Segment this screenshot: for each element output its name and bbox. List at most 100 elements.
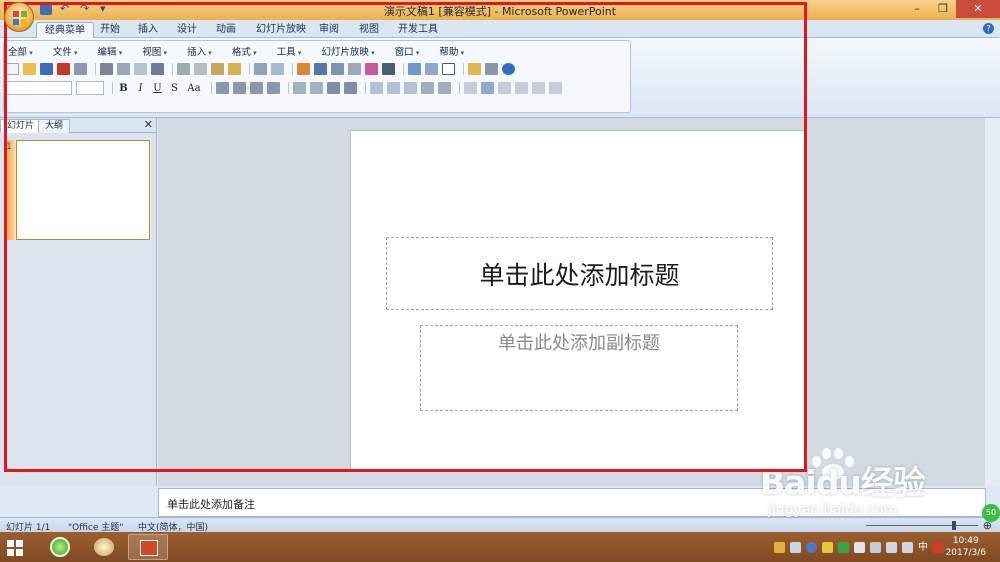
tab-animation[interactable]: 动画 <box>208 22 244 38</box>
redo-icon[interactable] <box>271 63 284 75</box>
office-button[interactable] <box>4 2 34 32</box>
insert-table-icon[interactable] <box>314 63 327 75</box>
new-icon[interactable] <box>6 63 19 75</box>
tab-slideshow[interactable]: 幻灯片放映 <box>248 22 314 38</box>
menu-file[interactable]: 文件 <box>53 44 78 58</box>
browser-icon[interactable] <box>40 534 80 560</box>
power-icon[interactable] <box>870 542 881 553</box>
cut-icon[interactable] <box>177 63 190 75</box>
vertical-scrollbar[interactable] <box>985 118 1000 486</box>
italic-button[interactable]: I <box>134 83 147 94</box>
email-icon[interactable] <box>74 63 87 75</box>
qq-icon[interactable] <box>774 542 785 553</box>
change-case-button[interactable]: Aa <box>185 83 203 94</box>
decrease-indent-icon[interactable] <box>421 82 434 94</box>
tray-star-icon[interactable] <box>822 542 833 553</box>
tab-outline[interactable]: 大纲 <box>38 119 71 133</box>
menu-format[interactable]: 格式 <box>232 44 257 58</box>
slide-thumbnail[interactable] <box>16 140 150 240</box>
insert-object-icon[interactable] <box>382 63 395 75</box>
insert-picture-icon[interactable] <box>365 63 378 75</box>
columns-icon[interactable] <box>310 82 323 94</box>
print-icon[interactable] <box>100 63 113 75</box>
quick-styles-icon[interactable] <box>481 82 494 94</box>
permission-icon[interactable] <box>57 63 70 75</box>
slide-layout-icon[interactable] <box>425 63 438 75</box>
close-icon[interactable]: ✕ <box>144 118 153 131</box>
close-button[interactable]: ✕ <box>956 0 1000 18</box>
menu-slideshow[interactable]: 幻灯片放映 <box>321 44 374 58</box>
shape-outline-icon[interactable] <box>515 82 528 94</box>
tray-app-icon[interactable] <box>790 542 801 553</box>
flag-icon[interactable] <box>854 542 865 553</box>
input-language[interactable]: 中 <box>918 542 928 553</box>
underline-button[interactable]: U <box>151 83 164 94</box>
save-icon[interactable] <box>40 63 53 75</box>
grow-font-icon[interactable] <box>387 82 400 94</box>
tab-view[interactable]: 视图 <box>351 22 387 38</box>
align-right-icon[interactable] <box>250 82 263 94</box>
line-color-icon[interactable] <box>532 82 545 94</box>
tab-slides[interactable]: 幻灯片 <box>0 119 42 133</box>
menu-view[interactable]: 视图 <box>142 44 167 58</box>
powerpoint-taskbar-icon[interactable] <box>128 534 168 560</box>
tab-developer[interactable]: 开发工具 <box>390 22 446 38</box>
notification-badge[interactable]: 50 <box>982 504 1000 522</box>
undo-icon[interactable] <box>254 63 267 75</box>
open-folder-icon[interactable] <box>468 63 481 75</box>
align-left-icon[interactable] <box>216 82 229 94</box>
format-painter-icon[interactable] <box>228 63 241 75</box>
insert-hyperlink-icon[interactable] <box>348 63 361 75</box>
clock[interactable]: 10:49 2017/3/6 <box>946 535 986 559</box>
increase-indent-icon[interactable] <box>438 82 451 94</box>
title-placeholder[interactable]: 单击此处添加标题 <box>386 237 773 310</box>
windows-start-icon[interactable] <box>7 540 23 556</box>
shape-effects-icon[interactable] <box>549 82 562 94</box>
menu-insert[interactable]: 插入 <box>187 44 212 58</box>
align-center-icon[interactable] <box>233 82 246 94</box>
bullets-icon[interactable] <box>344 82 357 94</box>
menu-help[interactable]: 帮助 <box>439 44 464 58</box>
justify-icon[interactable] <box>267 82 280 94</box>
paste-icon[interactable] <box>211 63 224 75</box>
text-direction-icon[interactable] <box>293 82 306 94</box>
shape-fill-icon[interactable] <box>498 82 511 94</box>
restore-button[interactable]: ❐ <box>930 0 956 18</box>
open-icon[interactable] <box>23 63 36 75</box>
font-size-select[interactable] <box>76 81 104 95</box>
volume-icon[interactable] <box>902 542 913 553</box>
zoom-slider[interactable]: ⊕ <box>846 519 996 532</box>
spelling-icon[interactable] <box>134 63 147 75</box>
arrange-icon[interactable] <box>464 82 477 94</box>
help-icon[interactable] <box>502 63 515 75</box>
shrink-font-icon[interactable] <box>404 82 417 94</box>
subtitle-placeholder[interactable]: 单击此处添加副标题 <box>420 325 738 411</box>
tables-borders-icon[interactable] <box>331 63 344 75</box>
tab-classic-menu[interactable]: 经典菜单 <box>36 22 94 38</box>
tab-home[interactable]: 开始 <box>92 22 128 38</box>
text-box-icon[interactable] <box>442 63 455 75</box>
tray-green-icon[interactable] <box>838 542 849 553</box>
font-name-select[interactable] <box>6 81 72 95</box>
menu-edit[interactable]: 编辑 <box>98 44 123 58</box>
insert-chart-icon[interactable] <box>297 63 310 75</box>
minimize-button[interactable]: – <box>904 0 930 18</box>
menu-tools[interactable]: 工具 <box>277 44 302 58</box>
research-icon[interactable] <box>151 63 164 75</box>
tab-design[interactable]: 设计 <box>169 22 205 38</box>
network-icon[interactable] <box>886 542 897 553</box>
menu-all[interactable]: 全部 <box>8 44 33 58</box>
security-icon[interactable] <box>806 542 817 553</box>
new-slide-icon[interactable] <box>408 63 421 75</box>
bold-button[interactable]: B <box>117 83 130 94</box>
help-icon[interactable]: ? <box>983 23 994 34</box>
shadow-button[interactable]: S <box>168 83 181 94</box>
numbering-icon[interactable] <box>327 82 340 94</box>
paint-icon[interactable] <box>84 534 124 560</box>
zoom-icon[interactable] <box>485 63 498 75</box>
menu-window[interactable]: 窗口 <box>395 44 420 58</box>
print-preview-icon[interactable] <box>117 63 130 75</box>
tab-review[interactable]: 审阅 <box>311 22 347 38</box>
font-color-icon[interactable] <box>370 82 383 94</box>
copy-icon[interactable] <box>194 63 207 75</box>
